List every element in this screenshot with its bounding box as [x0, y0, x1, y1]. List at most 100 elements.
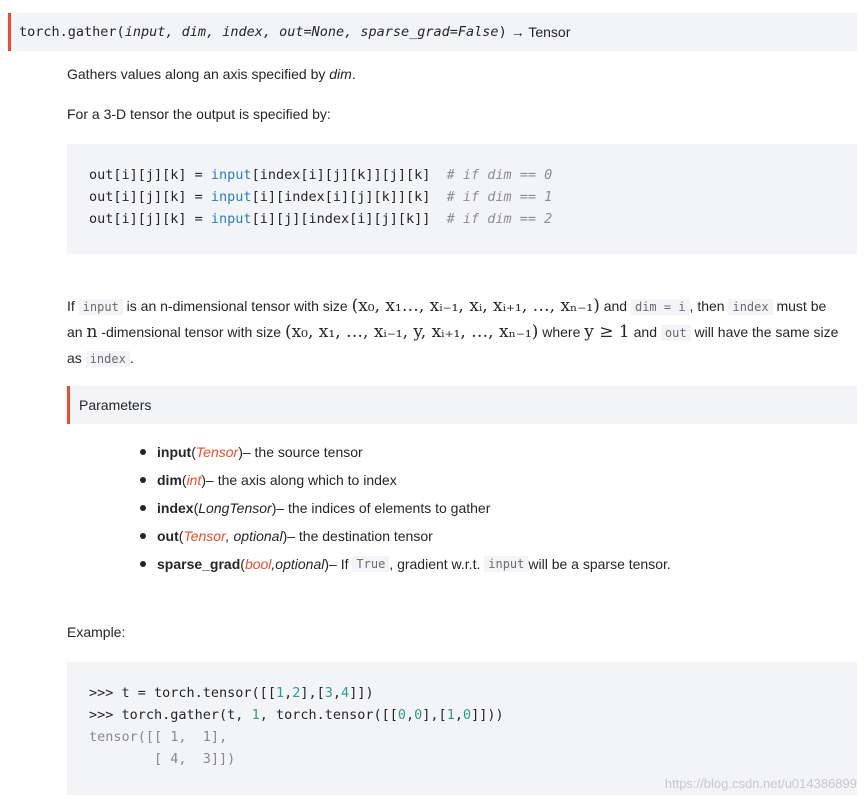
code-text: ,: [284, 685, 293, 701]
code-rest: [i][index[i][j][k]][k]: [251, 189, 447, 205]
example-label: Example:: [67, 624, 126, 640]
code-text: ]])): [471, 707, 504, 723]
para-text: and: [629, 324, 661, 340]
parameters-list: input (Tensor) – the source tensor dim (…: [140, 438, 671, 578]
bullet-icon: [140, 561, 146, 567]
code-text: ]]): [349, 685, 374, 701]
code-text: , torch.tensor([[: [259, 707, 398, 723]
code-text: ],[: [300, 685, 325, 701]
para-text: and: [599, 298, 631, 314]
inline-code-input: input: [78, 299, 123, 315]
para-text: is an n-dimensional tensor with size: [122, 298, 352, 314]
code-number: 0: [397, 707, 407, 723]
para-text: .: [129, 350, 134, 366]
code-number: 1: [251, 707, 260, 723]
param-desc-tail: , gradient w.r.t.: [389, 556, 481, 572]
inline-code-index: index: [728, 299, 773, 315]
formula-code-block: out[i][j][k] = input[index[i][j][k]][j][…: [67, 144, 857, 254]
function-name: torch.gather: [19, 24, 117, 40]
parameters-header: Parameters: [67, 386, 857, 424]
code-comment: # if dim == 0: [446, 167, 553, 183]
math-y-ge-1: y ≥ 1: [584, 322, 630, 342]
paragraph-line-3: as index.: [67, 346, 857, 372]
description-line-1: Gathers values along an axis specified b…: [67, 66, 356, 82]
code-fn: input: [210, 211, 252, 227]
param-type-link[interactable]: int: [187, 472, 202, 488]
code-number: 1: [446, 707, 455, 723]
paragraph-line-2: an n -dimensional tensor with size (x₀, …: [67, 320, 857, 346]
signature-return: → Tensor: [510, 24, 571, 40]
bullet-icon: [140, 449, 146, 455]
bullet-icon: [140, 477, 146, 483]
code-text: ,: [454, 707, 463, 723]
signature-open-paren: (: [116, 24, 125, 40]
param-item: index (LongTensor) – the indices of elem…: [140, 494, 671, 522]
code-text: t = torch.tensor([[: [121, 685, 276, 701]
paragraph-line-1: If input is an n-dimensional tensor with…: [67, 294, 857, 320]
para-text: as: [67, 350, 86, 366]
code-number: 3: [324, 685, 333, 701]
math-n: n: [86, 322, 98, 342]
para-text: -dimensional tensor with size: [97, 324, 285, 340]
code-fn: input: [210, 167, 252, 183]
desc1-suffix: .: [351, 66, 356, 82]
code-line: out[i][j][k] = input[i][index[i][j][k]][…: [89, 189, 552, 205]
code-number: 4: [341, 685, 350, 701]
code-rest: [index[i][j][k]][j][k]: [251, 167, 447, 183]
code-fn: input: [210, 189, 252, 205]
param-type-link[interactable]: Tensor: [183, 528, 225, 544]
param-name: index: [157, 500, 194, 516]
math-size-2: (x₀, x₁, …, xᵢ₋₁, y, xᵢ₊₁, …, xₙ₋₁): [284, 322, 539, 342]
para-text: must be: [772, 298, 827, 314]
description-line-2: For a 3-D tensor the output is specified…: [67, 106, 331, 122]
code-prompt: >>>: [89, 685, 122, 701]
code-number: 1: [275, 685, 285, 701]
code-lhs: out[i][j][k] =: [89, 167, 211, 183]
code-text: torch.gather(t,: [121, 707, 252, 723]
para-text: , then: [689, 298, 729, 314]
param-name: dim: [157, 472, 182, 488]
param-name: sparse_grad: [157, 556, 241, 572]
param-desc: – the destination tensor: [287, 528, 433, 544]
code-lhs: out[i][j][k] =: [89, 211, 211, 227]
code-lhs: out[i][j][k] =: [89, 189, 211, 205]
param-type-link[interactable]: bool: [245, 556, 271, 572]
param-desc: – the source tensor: [242, 444, 363, 460]
code-comment: # if dim == 2: [446, 211, 553, 227]
param-desc: – the axis along which to index: [206, 472, 397, 488]
param-desc: – the indices of elements to gather: [276, 500, 491, 516]
code-output-line: tensor([[ 1, 1],: [89, 729, 228, 745]
param-optional: , optional: [225, 528, 283, 544]
param-item: dim (int) – the axis along which to inde…: [140, 466, 671, 494]
para-text: If: [67, 298, 79, 314]
code-line: out[i][j][k] = input[index[i][j][k]][j][…: [89, 167, 552, 183]
inline-code-true: True: [352, 556, 390, 572]
signature-args: input, dim, index, out=None, sparse_grad…: [124, 24, 499, 40]
code-output-line: [ 4, 3]]): [89, 751, 236, 767]
param-item: input (Tensor) – the source tensor: [140, 438, 671, 466]
param-type: LongTensor: [198, 500, 272, 516]
size-paragraph: If input is an n-dimensional tensor with…: [67, 294, 857, 372]
code-prompt: >>>: [89, 707, 122, 723]
param-item: sparse_grad (bool ,optional) – If True, g…: [140, 550, 671, 578]
code-comment: # if dim == 1: [446, 189, 553, 205]
param-desc-tail: will be a sparse tensor.: [528, 556, 671, 572]
param-optional: ,optional: [271, 556, 325, 572]
code-rest: [i][j][index[i][j][k]]: [251, 211, 447, 227]
code-text: ,: [406, 707, 415, 723]
code-number: 0: [462, 707, 472, 723]
para-text: an: [67, 324, 87, 340]
desc1-dim: dim: [329, 66, 352, 82]
inline-code-input: input: [484, 556, 529, 572]
param-type-link[interactable]: Tensor: [196, 444, 238, 460]
param-item: out (Tensor, optional) – the destination…: [140, 522, 671, 550]
param-name: input: [157, 444, 192, 460]
param-name: out: [157, 528, 179, 544]
bullet-icon: [140, 533, 146, 539]
function-signature: torch.gather(input, dim, index, out=None…: [8, 13, 857, 51]
inline-code-dim: dim = i: [630, 299, 690, 315]
code-line: out[i][j][k] = input[i][j][index[i][j][k…: [89, 211, 552, 227]
desc1-prefix: Gathers values along an axis specified b…: [67, 66, 330, 82]
inline-code-index: index: [85, 351, 130, 367]
para-text: where: [538, 324, 585, 340]
